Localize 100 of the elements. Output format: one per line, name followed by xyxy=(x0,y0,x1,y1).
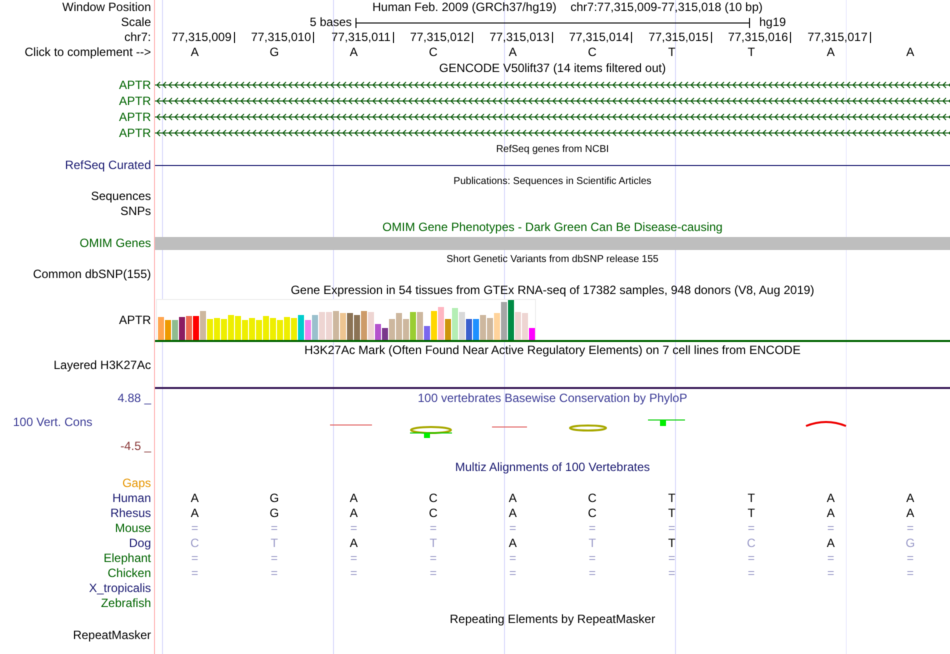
expression-bar[interactable] xyxy=(207,319,213,340)
tick-mark xyxy=(631,32,632,43)
base-letter[interactable]: A xyxy=(826,46,835,59)
expression-bar[interactable] xyxy=(221,319,227,340)
expression-bar[interactable] xyxy=(396,313,402,340)
expression-bar[interactable] xyxy=(452,308,458,340)
expression-bar[interactable] xyxy=(389,319,395,340)
base-letter[interactable]: T xyxy=(748,46,755,59)
expression-bar[interactable] xyxy=(179,317,185,340)
alignment-base: A xyxy=(508,492,517,505)
base-letter[interactable]: A xyxy=(190,46,199,59)
expression-bar[interactable] xyxy=(445,319,451,340)
alignment-base: C xyxy=(190,537,200,550)
expression-bar[interactable] xyxy=(172,320,178,340)
track-title: H3K27Ac Mark (Often Found Near Active Regulatory Elements) on 7 cell lines from ENCODE xyxy=(304,344,801,357)
expression-bar[interactable] xyxy=(263,316,269,340)
expression-bar[interactable] xyxy=(480,315,486,340)
expression-bar[interactable] xyxy=(333,311,339,340)
track-label[interactable]: OMIM Genes xyxy=(80,237,151,250)
expression-bar[interactable] xyxy=(487,318,493,340)
track-label[interactable]: X_tropicalis xyxy=(88,582,151,595)
track-label[interactable]: RefSeq Curated xyxy=(64,158,151,172)
expression-bar[interactable] xyxy=(214,318,220,340)
track-label[interactable]: Dog xyxy=(128,537,151,550)
expression-bar[interactable] xyxy=(270,318,276,340)
track-label[interactable]: APTR xyxy=(118,78,151,92)
position-label: 77,315,016 xyxy=(728,31,788,44)
gene-strand-line[interactable] xyxy=(155,81,950,89)
expression-bar[interactable] xyxy=(382,328,388,340)
base-letter[interactable]: G xyxy=(270,46,279,59)
expression-bar[interactable] xyxy=(508,300,514,340)
expression-bar[interactable] xyxy=(466,319,472,340)
expression-bar[interactable] xyxy=(424,326,430,340)
track-label[interactable]: Zebrafish xyxy=(100,597,151,610)
expression-bar[interactable] xyxy=(165,320,171,340)
expression-bar[interactable] xyxy=(193,316,199,340)
gene-strand-line[interactable] xyxy=(155,129,950,137)
expression-bar[interactable] xyxy=(431,311,437,340)
expression-bar[interactable] xyxy=(515,312,521,340)
gene-bar[interactable] xyxy=(155,237,950,250)
expression-bar[interactable] xyxy=(277,320,283,340)
tick-mark xyxy=(710,32,712,43)
track-label[interactable]: Layered H3K27Ac xyxy=(54,359,151,372)
track-label[interactable]: Mouse xyxy=(114,522,151,535)
expression-bar[interactable] xyxy=(473,319,479,340)
expression-bar[interactable] xyxy=(340,313,346,340)
expression-bar[interactable] xyxy=(235,316,241,340)
track-label[interactable]: 100 Vert. Cons xyxy=(0,416,151,429)
expression-bar[interactable] xyxy=(200,311,206,340)
alignment-base: C xyxy=(428,507,438,520)
expression-bar[interactable] xyxy=(410,312,416,340)
track-label[interactable]: Sequences xyxy=(90,190,151,203)
track-label[interactable]: RepeatMasker xyxy=(72,629,151,642)
expression-bar[interactable] xyxy=(459,312,465,340)
track-label[interactable]: APTR xyxy=(118,314,151,327)
base-letter[interactable]: T xyxy=(668,46,676,59)
track-label[interactable]: Human xyxy=(112,492,151,505)
expression-bar[interactable] xyxy=(312,315,318,340)
base-letter[interactable]: C xyxy=(588,46,597,59)
expression-bar[interactable] xyxy=(347,313,353,340)
track-label[interactable]: APTR xyxy=(118,94,151,108)
expression-bar[interactable] xyxy=(501,302,507,340)
expression-bar[interactable] xyxy=(319,312,325,340)
expression-bar[interactable] xyxy=(403,319,409,340)
expression-bar[interactable] xyxy=(368,312,374,340)
expression-bar[interactable] xyxy=(284,317,290,340)
expression-bar[interactable] xyxy=(291,318,297,340)
expression-bar[interactable] xyxy=(256,320,262,340)
expression-bar[interactable] xyxy=(298,315,304,340)
expression-bar[interactable] xyxy=(186,316,192,340)
expression-bar[interactable] xyxy=(242,320,248,340)
track-label[interactable]: APTR xyxy=(118,110,151,124)
expression-bar[interactable] xyxy=(522,313,528,340)
track-label[interactable]: Common dbSNP(155) xyxy=(32,268,151,281)
gene-strand-line[interactable] xyxy=(155,113,950,121)
gene-strand-line[interactable] xyxy=(155,97,950,105)
expression-bar[interactable] xyxy=(375,324,381,340)
expression-bar[interactable] xyxy=(529,328,535,340)
expression-bar[interactable] xyxy=(305,320,311,340)
alignment-base: A xyxy=(508,507,517,520)
gene-line[interactable] xyxy=(155,164,950,166)
track-label[interactable]: Elephant xyxy=(104,552,151,565)
complement-link[interactable]: Click to complement --> xyxy=(24,46,151,59)
expression-bar[interactable] xyxy=(228,315,234,340)
base-letter[interactable]: A xyxy=(508,46,517,59)
expression-bar[interactable] xyxy=(249,318,255,340)
expression-bar[interactable] xyxy=(326,312,332,340)
expression-bar[interactable] xyxy=(361,311,367,340)
track-label[interactable]: SNPs xyxy=(120,205,151,218)
track-label[interactable]: Chicken xyxy=(108,567,151,580)
base-letter[interactable]: A xyxy=(906,46,914,59)
base-letter[interactable]: C xyxy=(428,46,438,59)
expression-bar[interactable] xyxy=(158,317,164,340)
expression-bar[interactable] xyxy=(417,312,423,340)
track-label[interactable]: Rhesus xyxy=(110,507,151,520)
expression-bar[interactable] xyxy=(354,315,360,340)
expression-bar[interactable] xyxy=(438,307,444,340)
base-letter[interactable]: A xyxy=(350,46,358,59)
expression-bar[interactable] xyxy=(494,313,500,340)
track-label[interactable]: APTR xyxy=(118,126,151,140)
